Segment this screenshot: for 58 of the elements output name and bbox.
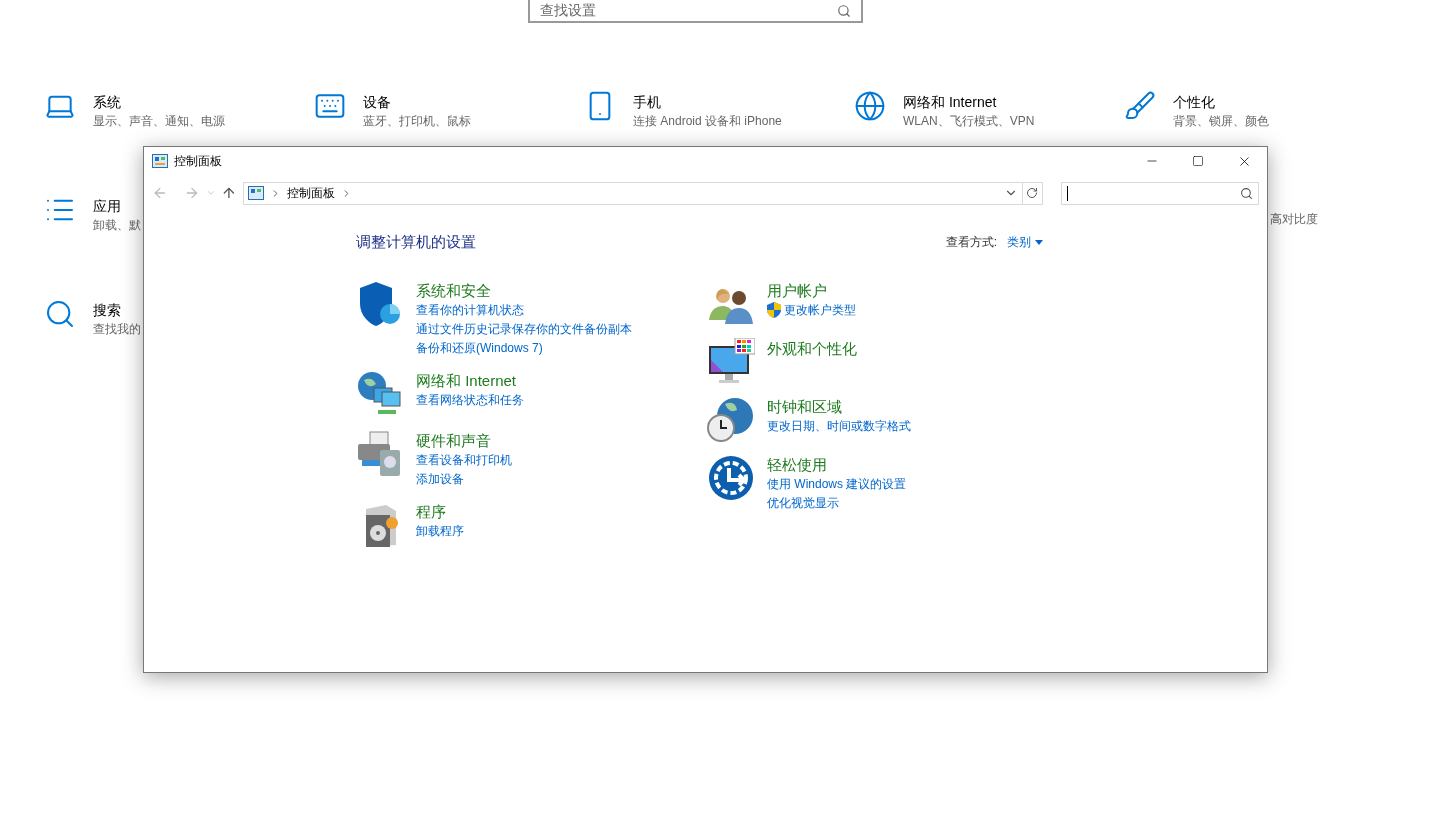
search-icon <box>44 298 76 330</box>
address-bar[interactable]: 控制面板 <box>243 181 1023 205</box>
category-title[interactable]: 硬件和声音 <box>416 429 512 451</box>
category-title[interactable]: 外观和个性化 <box>767 337 857 359</box>
search-field[interactable] <box>1060 181 1259 205</box>
search-icon <box>837 3 851 18</box>
category-link[interactable]: 优化视觉显示 <box>767 493 839 513</box>
category-title[interactable]: 程序 <box>416 500 464 522</box>
tile-description: WLAN、飞行模式、VPN <box>903 113 1035 130</box>
back-button[interactable] <box>152 185 168 201</box>
tile-description: 连接 Android 设备和 iPhone <box>633 113 782 130</box>
maximize-icon <box>1192 155 1204 167</box>
category-title[interactable]: 轻松使用 <box>767 453 907 475</box>
category-link[interactable]: 查看你的计算机状态 <box>416 300 524 320</box>
tile-title[interactable]: 个性化 <box>1173 92 1215 112</box>
tile-title[interactable]: 应用 <box>93 196 121 216</box>
tile-title[interactable]: 系统 <box>93 92 121 112</box>
tile-title[interactable]: 网络和 Internet <box>903 92 997 112</box>
category-link[interactable]: 通过文件历史记录保存你的文件备份副本 <box>416 319 632 339</box>
tile-description: 查找我的 <box>93 321 141 338</box>
category-link[interactable]: 卸载程序 <box>416 521 464 541</box>
category-link[interactable]: 更改日期、时间或数字格式 <box>767 416 911 436</box>
accessibility-clock-icon <box>707 453 755 502</box>
control-panel-icon <box>152 154 168 168</box>
tile-title[interactable]: 手机 <box>633 92 661 112</box>
category-link[interactable]: 使用 Windows 建议的设置 <box>767 474 907 494</box>
view-by-dropdown[interactable]: 类别 <box>1007 233 1043 252</box>
category-title[interactable]: 系统和安全 <box>416 279 632 301</box>
tile-description: 卸载、默 <box>93 217 141 234</box>
category-link[interactable]: 更改帐户类型 <box>784 300 856 320</box>
brush-icon <box>1124 90 1156 122</box>
category-link[interactable]: 添加设备 <box>416 469 464 489</box>
category-link[interactable]: 查看设备和打印机 <box>416 450 512 470</box>
window-title: 控制面板 <box>174 153 222 170</box>
category-title[interactable]: 网络和 Internet <box>416 369 524 391</box>
tile-title[interactable]: 搜索 <box>93 300 121 320</box>
monitor-palette-icon <box>707 337 755 386</box>
globe-icon <box>854 90 886 122</box>
refresh-button[interactable] <box>1022 181 1043 205</box>
control-panel-icon <box>248 186 265 200</box>
tile-description: 显示、声音、通知、电源 <box>93 113 225 130</box>
globe-clock-icon <box>707 395 755 444</box>
tile-description: 背景、锁屏、颜色 <box>1173 113 1269 130</box>
category-link[interactable]: 备份和还原(Windows 7) <box>416 338 543 358</box>
category-link[interactable]: 查看网络状态和任务 <box>416 390 524 410</box>
tile-description: 蓝牙、打印机、鼠标 <box>363 113 471 130</box>
caret-icon <box>1035 239 1043 245</box>
breadcrumb[interactable]: 控制面板 <box>287 184 336 202</box>
category-title[interactable]: 用户帐户 <box>767 279 856 301</box>
tile-description: 高对比度 <box>1270 211 1318 228</box>
settings-search-field[interactable]: 查找设置 <box>528 0 863 23</box>
refresh-icon <box>1026 187 1039 199</box>
search-icon <box>1240 186 1253 200</box>
tile-title[interactable]: 设备 <box>363 92 391 112</box>
page-heading: 调整计算机的设置 <box>356 232 476 252</box>
recent-pages-button[interactable] <box>205 188 216 198</box>
view-by-label: 查看方式: <box>945 234 997 252</box>
category-title[interactable]: 时钟和区域 <box>767 395 911 417</box>
